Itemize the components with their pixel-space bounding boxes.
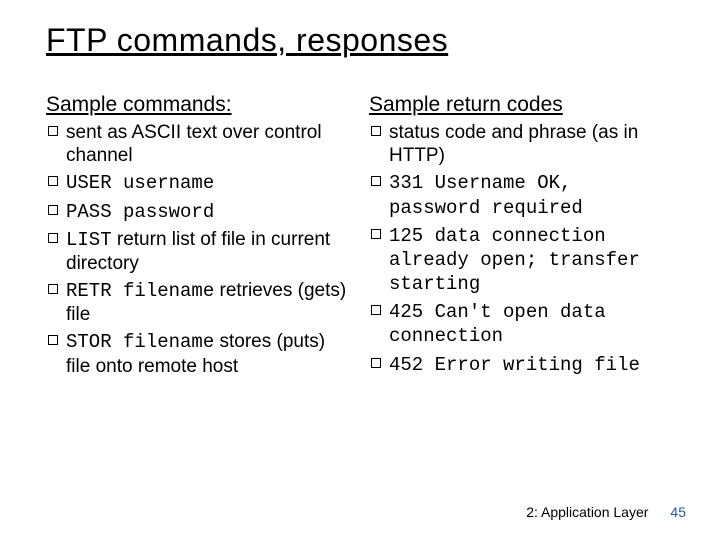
item-text: sent as ASCII text over control channel: [66, 122, 322, 166]
right-heading: Sample return codes: [369, 93, 674, 117]
slide: FTP commands, responses Sample commands:…: [0, 0, 720, 540]
left-heading: Sample commands:: [46, 93, 351, 117]
item-code: 425 Can't open data connection: [389, 301, 606, 347]
slide-title: FTP commands, responses: [46, 22, 674, 59]
footer: 2: Application Layer 45: [526, 504, 686, 520]
list-item: 452 Error writing file: [369, 353, 674, 377]
list-item: 331 Username OK, password required: [369, 171, 674, 219]
list-item: status code and phrase (as in HTTP): [369, 121, 674, 167]
list-item: USER username: [46, 171, 351, 195]
item-code: RETR filename: [66, 280, 214, 302]
left-column: Sample commands: sent as ASCII text over…: [46, 93, 351, 378]
list-item: STOR filename stores (puts) file onto re…: [46, 330, 351, 377]
list-item: 425 Can't open data connection: [369, 300, 674, 348]
item-code: PASS password: [66, 201, 214, 223]
list-item: RETR filename retrieves (gets) file: [46, 279, 351, 326]
columns: Sample commands: sent as ASCII text over…: [46, 93, 674, 378]
item-code: USER username: [66, 172, 214, 194]
left-list: sent as ASCII text over control channel …: [46, 121, 351, 378]
list-item: LIST return list of file in current dire…: [46, 228, 351, 275]
list-item: sent as ASCII text over control channel: [46, 121, 351, 167]
right-list: status code and phrase (as in HTTP) 331 …: [369, 121, 674, 377]
item-code: 452 Error writing file: [389, 354, 640, 376]
footer-page-number: 45: [670, 504, 686, 520]
item-text: status code and phrase (as in HTTP): [389, 122, 638, 166]
item-code: 125 data connection already open; transf…: [389, 225, 640, 295]
right-column: Sample return codes status code and phra…: [369, 93, 674, 378]
list-item: PASS password: [46, 200, 351, 224]
list-item: 125 data connection already open; transf…: [369, 224, 674, 297]
item-code: 331 Username OK, password required: [389, 172, 583, 218]
item-code: LIST: [66, 229, 112, 251]
item-code: STOR filename: [66, 331, 214, 353]
footer-chapter: 2: Application Layer: [526, 504, 648, 520]
